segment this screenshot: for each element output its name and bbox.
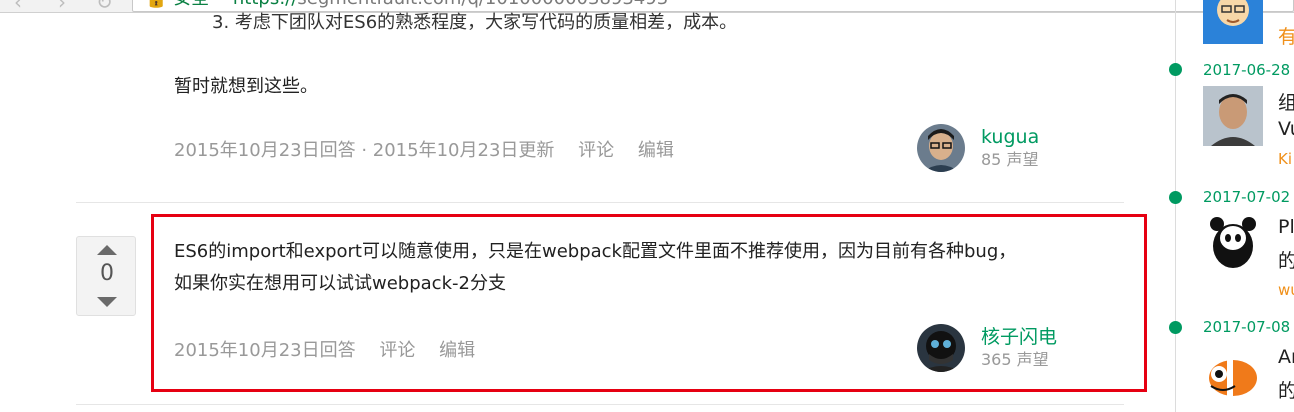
answer-body: ES6的import和export可以随意使用，只是在webpack配置文件里面… (174, 236, 1124, 300)
timeline-dot (1169, 191, 1182, 204)
timeline-sidebar: 有 2017-06-28 组 Vu Ki 2017-07-02 Pl 的 wu … (1160, 0, 1294, 412)
answer-author[interactable]: 核子闪电 365 声望 (917, 324, 1057, 372)
author-info: kugua 85 声望 (981, 125, 1039, 171)
timeline-author[interactable]: Ki (1278, 150, 1292, 168)
author-reputation: 85 声望 (981, 150, 1039, 169)
comment-link[interactable]: 评论 (578, 140, 614, 161)
timeline-thumbnail[interactable] (1203, 0, 1263, 44)
timeline-date: 2017-07-08 (1203, 318, 1291, 336)
answer-line-2: 如果你实在想用可以试试webpack-2分支 (174, 273, 506, 294)
timeline-thumbnail[interactable] (1203, 212, 1263, 272)
timeline-date: 2017-07-02 (1203, 188, 1291, 206)
timeline-title[interactable]: Pl (1278, 216, 1294, 238)
author-name[interactable]: 核子闪电 (981, 325, 1057, 349)
edit-link[interactable]: 编辑 (638, 140, 674, 161)
answer-divider (76, 404, 1124, 405)
previous-answer-closing: 暂时就想到这些。 (174, 76, 318, 97)
timeline-line (1175, 0, 1176, 412)
timeline-date: 2017-06-28 (1203, 61, 1291, 79)
timeline-title[interactable]: Vu (1278, 118, 1294, 140)
timeline-title[interactable]: 组 (1278, 88, 1294, 115)
answer-meta: 2015年10月23日回答 评论 编辑 (174, 336, 475, 362)
previous-answer-meta: 2015年10月23日回答 · 2015年10月23日更新 评论 编辑 (174, 136, 674, 162)
answers-column: 3. 考虑下团队对ES6的熟悉程度，大家写代码的质量相差，成本。 暂时就想到这些… (0, 0, 1160, 412)
vote-count: 0 (100, 261, 114, 286)
author-info: 核子闪电 365 声望 (981, 325, 1057, 371)
previous-answer-author[interactable]: kugua 85 声望 (917, 124, 1039, 172)
answer-dates: 2015年10月23日回答 (174, 340, 356, 361)
timeline-title[interactable]: 的 (1278, 246, 1294, 273)
answer-line-1: ES6的import和export可以随意使用，只是在webpack配置文件里面… (174, 241, 1017, 262)
timeline-author[interactable]: wu (1278, 281, 1294, 299)
downvote-icon[interactable] (97, 297, 117, 307)
answer-divider (76, 202, 1124, 203)
avatar[interactable] (917, 124, 965, 172)
timeline-dot (1169, 63, 1182, 76)
timeline-title[interactable]: Ar (1278, 346, 1294, 368)
author-reputation: 365 声望 (981, 350, 1049, 369)
timeline-thumbnail[interactable] (1203, 86, 1263, 146)
timeline-dot (1169, 321, 1182, 334)
upvote-icon[interactable] (97, 245, 117, 255)
avatar[interactable] (917, 324, 965, 372)
timeline-thumbnail[interactable] (1203, 344, 1263, 404)
edit-link[interactable]: 编辑 (439, 340, 475, 361)
answer-dates: 2015年10月23日回答 · 2015年10月23日更新 (174, 140, 555, 161)
comment-link[interactable]: 评论 (379, 340, 415, 361)
timeline-title[interactable]: 的 (1278, 376, 1294, 403)
vote-widget: 0 (76, 236, 136, 316)
timeline-author[interactable]: 有 (1278, 22, 1294, 49)
previous-answer-list-item: 3. 考虑下团队对ES6的熟悉程度，大家写代码的质量相差，成本。 (212, 12, 738, 33)
author-name[interactable]: kugua (981, 125, 1039, 149)
